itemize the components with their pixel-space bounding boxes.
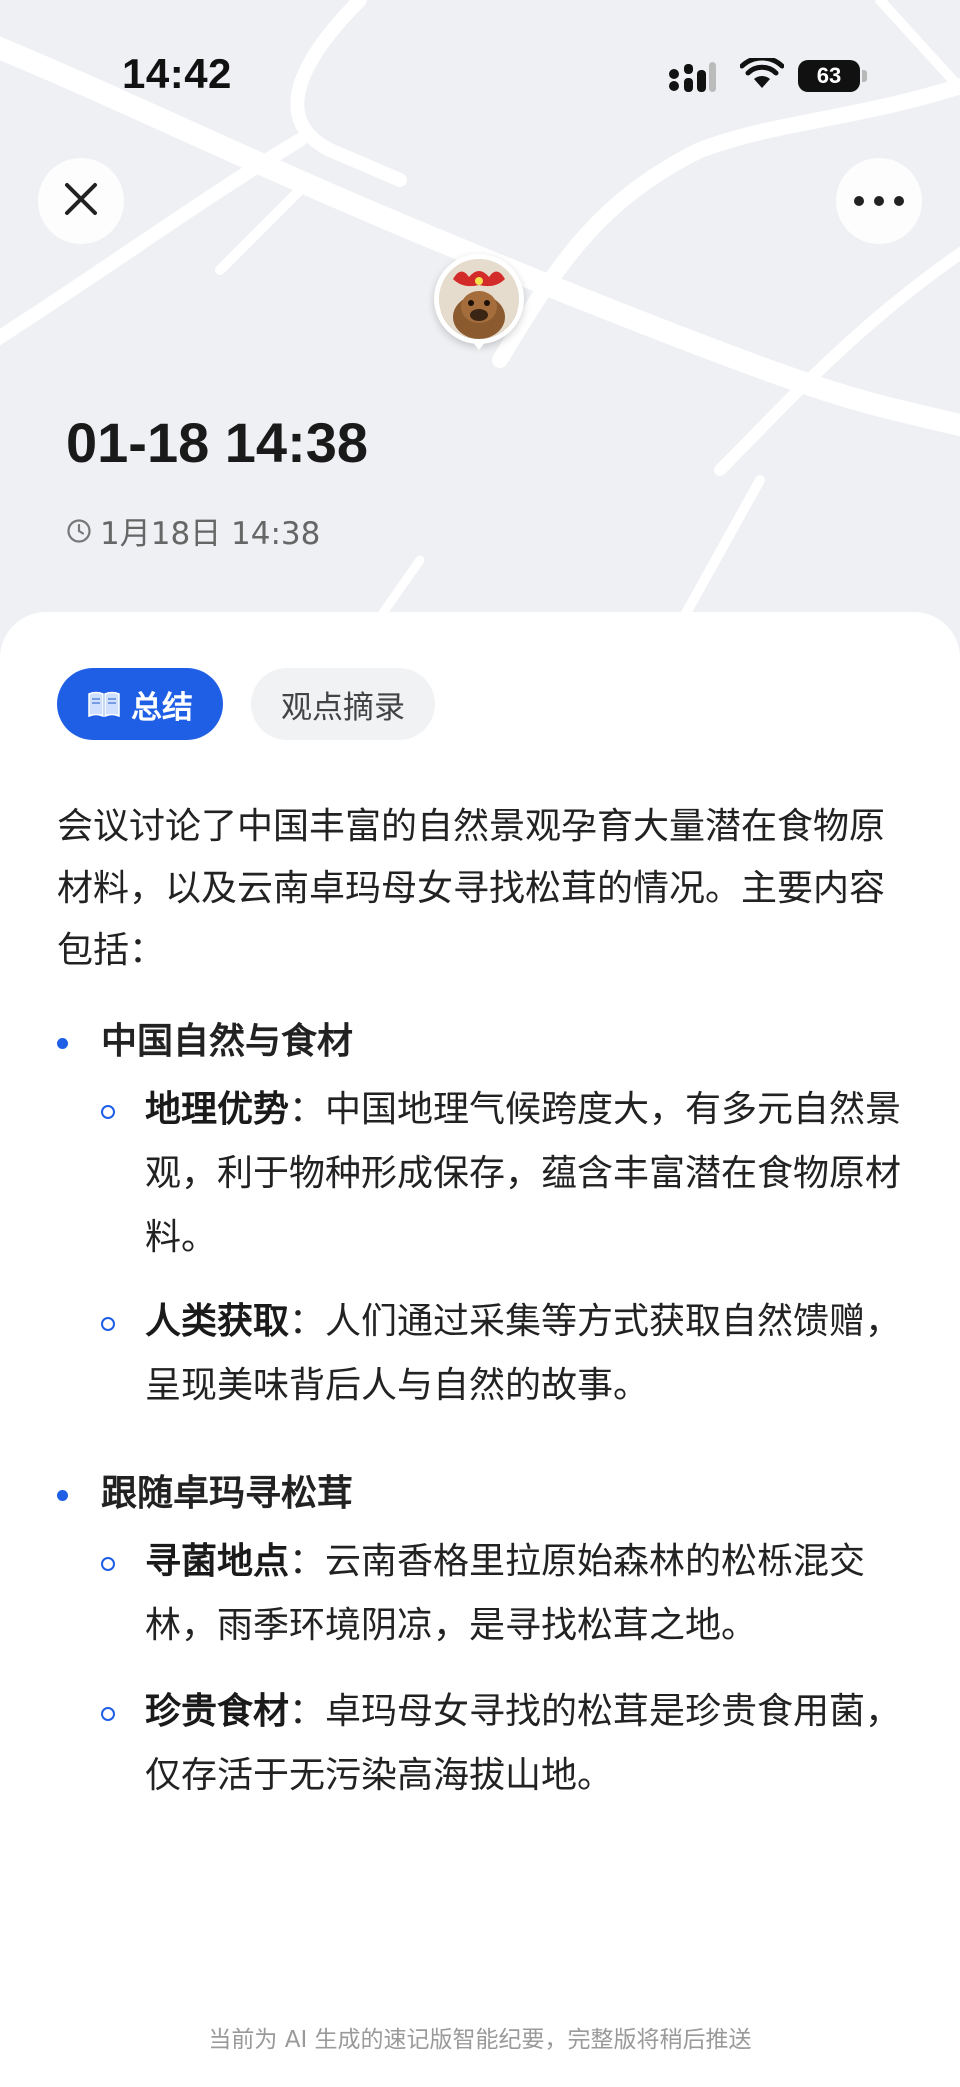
list-item: 地理优势：中国地理气候跨度大，有多元自然景观，利于物种形成保存，蕴含丰富潜在食物…	[101, 1078, 917, 1278]
list-item: 人类获取：人们通过采集等方式获取自然馈赠，呈现美味背后人与自然的故事。	[101, 1290, 917, 1430]
avatar-image	[439, 259, 519, 339]
close-icon	[63, 181, 99, 221]
more-icon	[853, 192, 905, 211]
wifi-icon	[739, 55, 785, 96]
avatar-pin[interactable]	[434, 254, 524, 354]
tab-viewpoints-label: 观点摘录	[281, 689, 405, 726]
content-card: 总结 观点摘录 会议讨论了中国丰富的自然景观孕育大量潜在食物原材料，以及云南卓玛…	[0, 612, 960, 2087]
status-bar: 14:42 63	[0, 0, 960, 150]
sub-bullet-ring	[101, 1105, 115, 1119]
timestamp: 1月18日 14:38	[66, 508, 320, 553]
tab-viewpoints[interactable]: 观点摘录	[251, 668, 435, 740]
footer-note: 当前为 AI 生成的速记版智能纪要，完整版将稍后推送	[208, 2027, 752, 2053]
close-button[interactable]	[38, 158, 124, 244]
book-icon	[87, 690, 121, 718]
sub-item-text: 珍贵食材：卓玛母女寻找的松茸是珍贵食用菌，仅存活于无污染高海拔山地。	[145, 1680, 917, 1808]
sub-item-text: 地理优势：中国地理气候跨度大，有多元自然景观，利于物种形成保存，蕴含丰富潜在食物…	[145, 1078, 917, 1270]
section-title: 中国自然与食材	[101, 1021, 354, 1062]
sub-bullet-ring	[101, 1557, 115, 1571]
sub-bullet-ring	[101, 1317, 115, 1331]
section-title: 跟随卓玛寻松茸	[101, 1473, 354, 1514]
page-title: 01-18 14:38	[66, 411, 369, 474]
status-icons: 63	[668, 55, 878, 96]
clock-icon	[66, 518, 92, 544]
status-time: 14:42	[122, 50, 232, 97]
tab-summary[interactable]: 总结	[57, 668, 223, 740]
list-item: 寻菌地点：云南香格里拉原始森林的松栎混交林，雨季环境阴凉，是寻找松茸之地。	[101, 1530, 917, 1670]
tab-summary-label: 总结	[131, 689, 193, 726]
bullet-dot	[57, 1038, 68, 1049]
sub-item-text: 寻菌地点：云南香格里拉原始森林的松栎混交林，雨季环境阴凉，是寻找松茸之地。	[145, 1530, 917, 1658]
sub-item-text: 人类获取：人们通过采集等方式获取自然馈赠，呈现美味背后人与自然的故事。	[145, 1290, 917, 1418]
signal-icon	[668, 62, 716, 96]
list-item: 珍贵食材：卓玛母女寻找的松茸是珍贵食用菌，仅存活于无污染高海拔山地。	[101, 1680, 917, 1820]
sub-item-label: 地理优势	[145, 1089, 290, 1130]
sub-item-label: 寻菌地点	[145, 1541, 290, 1582]
battery-icon: 63	[798, 60, 860, 92]
sub-item-label: 人类获取	[145, 1301, 290, 1342]
summary-intro: 会议讨论了中国丰富的自然景观孕育大量潜在食物原材料，以及云南卓玛母女寻找松茸的情…	[57, 806, 886, 971]
tab-bar: 总结 观点摘录	[57, 668, 463, 740]
section-1: 中国自然与食材 地理优势：中国地理气候跨度大，有多元自然景观，利于物种形成保存，…	[57, 1012, 917, 1452]
sub-bullet-ring	[101, 1707, 115, 1721]
battery-tip	[862, 70, 867, 82]
pin-tail	[471, 340, 487, 350]
bullet-dot	[57, 1490, 68, 1501]
timestamp-text: 1月18日 14:38	[100, 516, 321, 552]
more-button[interactable]	[836, 158, 922, 244]
avatar	[434, 254, 524, 344]
sub-item-label: 珍贵食材	[145, 1691, 290, 1732]
section-2: 跟随卓玛寻松茸 寻菌地点：云南香格里拉原始森林的松栎混交林，雨季环境阴凉，是寻找…	[57, 1464, 917, 1884]
